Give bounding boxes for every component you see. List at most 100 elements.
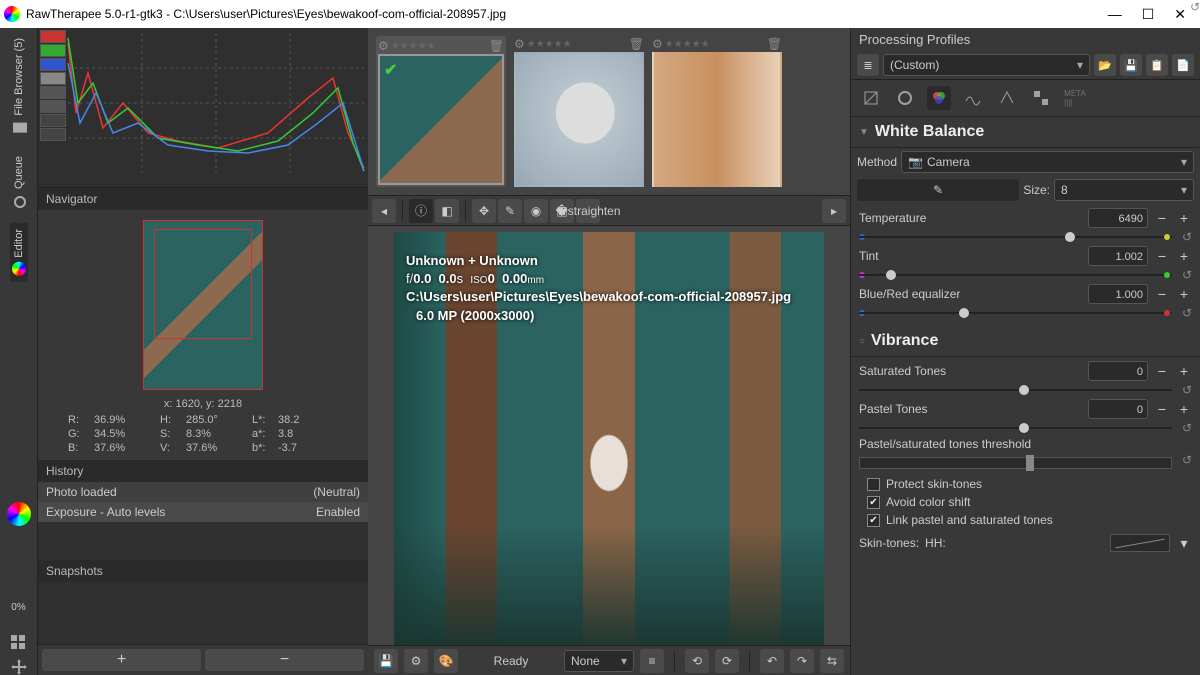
profile-load-icon[interactable]: 📂	[1094, 54, 1116, 76]
pas-slider[interactable]: ↺	[859, 421, 1192, 435]
tab-raw-icon[interactable]	[1029, 86, 1053, 110]
chk-avoid-shift[interactable]: ✔Avoid color shift	[859, 493, 1192, 511]
history-item[interactable]: Exposure - Auto levelsEnabled	[38, 502, 368, 522]
tab-file-browser[interactable]: File Browser (5)	[9, 32, 29, 142]
wb-size-label: Size:	[1023, 183, 1050, 197]
minimize-button[interactable]: —	[1108, 6, 1122, 23]
next-image-icon[interactable]: ↷	[790, 649, 814, 673]
history-list: Photo loaded(Neutral) Exposure - Auto le…	[38, 482, 368, 522]
tab-transform-icon[interactable]	[995, 86, 1019, 110]
histo-mode-toggle[interactable]	[40, 128, 66, 141]
wb-method-label: Method	[857, 155, 897, 169]
profile-select[interactable]: (Custom)	[883, 54, 1090, 76]
thumb-3[interactable]: ⚙★★★★★🗑	[652, 36, 782, 187]
prev-image-icon[interactable]: ↶	[760, 649, 784, 673]
wb-method-select[interactable]: 📷Camera	[901, 151, 1194, 173]
queue-icon[interactable]: ⚙	[404, 649, 428, 673]
snapshots-title: Snapshots	[38, 560, 368, 582]
temperature-value[interactable]: 6490	[1088, 208, 1148, 228]
grid-icon[interactable]	[11, 635, 27, 651]
rotate-right-icon[interactable]: ⟳	[715, 649, 739, 673]
tab-exposure-icon[interactable]	[859, 86, 883, 110]
skin-curve[interactable]	[1110, 534, 1170, 552]
tab-queue[interactable]: Queue	[9, 150, 29, 215]
wb-size-select[interactable]: 8	[1054, 179, 1194, 201]
histo-green-toggle[interactable]	[40, 44, 66, 57]
wb-picker-button[interactable]: ✎	[857, 179, 1019, 201]
info-icon[interactable]: ⓘ	[409, 199, 433, 223]
sat-value[interactable]: 0	[1088, 361, 1148, 381]
histogram[interactable]	[38, 28, 368, 188]
filmstrip[interactable]: ⚙★★★★★🗑 ✔ ⚙★★★★★🗑 ⚙★★★★★🗑	[368, 28, 850, 196]
histo-chroma-toggle[interactable]	[40, 86, 66, 99]
temperature-minus[interactable]: −	[1154, 208, 1170, 228]
rotate-left-icon[interactable]: ⟲	[685, 649, 709, 673]
save-icon[interactable]: 💾	[374, 649, 398, 673]
hand-icon[interactable]: ✥	[472, 199, 496, 223]
navigator-thumb[interactable]	[143, 220, 263, 390]
navigator-readout: R:36.9%H:285.0°L*:38.2 G:34.5%S:8.3%a*:3…	[60, 412, 346, 456]
temperature-plus[interactable]: +	[1176, 208, 1192, 228]
history-item[interactable]: Photo loaded(Neutral)	[38, 482, 368, 502]
image-info-overlay: Unknown + Unknown f/0.0 0.0s ISO0 0.00mm…	[406, 252, 791, 325]
move-icon[interactable]	[11, 659, 27, 675]
histo-raw-toggle[interactable]	[40, 100, 66, 113]
tab-wavelet-icon[interactable]	[961, 86, 985, 110]
monitor-icon[interactable]: ≡	[640, 649, 664, 673]
navigator-title: Navigator	[38, 188, 368, 210]
right-panel: Processing Profiles ≣ (Custom) 📂 💾 📋 📄 M…	[850, 28, 1200, 675]
external-editor-icon[interactable]: 🎨	[434, 649, 458, 673]
chk-link-tones[interactable]: ✔Link pastel and saturated tones	[859, 511, 1192, 529]
profile-save-icon[interactable]: 💾	[1120, 54, 1142, 76]
bre-value[interactable]: 1.000	[1088, 284, 1148, 304]
tab-editor[interactable]: Editor	[10, 223, 28, 282]
profile-copy-icon[interactable]: 📋	[1146, 54, 1168, 76]
check-icon: ✔	[384, 60, 397, 80]
navigator-coords: x: 1620, y: 2218	[164, 398, 242, 410]
snapshot-remove-button[interactable]: −	[205, 649, 364, 671]
main-image[interactable]: Unknown + Unknown f/0.0 0.0s ISO0 0.00mm…	[394, 232, 824, 645]
profile-paste-icon[interactable]: 📄	[1172, 54, 1194, 76]
chk-protect-skin[interactable]: Protect skin-tones	[859, 475, 1192, 493]
thumb-2[interactable]: ⚙★★★★★🗑	[514, 36, 644, 187]
profile-mode-icon[interactable]: ≣	[857, 54, 879, 76]
snapshot-add-button[interactable]: +	[42, 649, 201, 671]
sync-icon[interactable]: ⇆	[820, 649, 844, 673]
thr-slider[interactable]: ↺	[859, 453, 1192, 473]
main-viewport[interactable]: Unknown + Unknown f/0.0 0.0s ISO0 0.00mm…	[368, 226, 850, 645]
sat-slider[interactable]: ↺	[859, 383, 1192, 397]
tint-slider[interactable]: ↺	[859, 268, 1192, 282]
histo-bar-toggle[interactable]	[40, 114, 66, 127]
colorwheel-icon[interactable]	[7, 502, 31, 526]
before-after-icon[interactable]: ◧	[435, 199, 459, 223]
arrow-right-icon[interactable]: ▸	[822, 199, 846, 223]
arrow-left-icon[interactable]: ◂	[372, 199, 396, 223]
temperature-slider[interactable]: ↺	[859, 230, 1192, 244]
tool-tabs: META||||	[851, 79, 1200, 117]
trash-icon[interactable]: 🗑	[489, 39, 504, 53]
tab-detail-icon[interactable]	[893, 86, 917, 110]
maximize-button[interactable]: ☐	[1142, 6, 1155, 23]
thumb-1[interactable]: ⚙★★★★★🗑 ✔	[376, 36, 506, 187]
tab-color-icon[interactable]	[927, 86, 951, 110]
pas-value[interactable]: 0	[1088, 399, 1148, 419]
section-white-balance[interactable]: ▼White Balance	[851, 117, 1200, 148]
thumb-gears-icon[interactable]: ⚙	[378, 39, 389, 53]
histo-red-toggle[interactable]	[40, 30, 66, 43]
histo-blue-toggle[interactable]	[40, 58, 66, 71]
tint-value[interactable]: 1.002	[1088, 246, 1148, 266]
tab-meta-icon[interactable]: META||||	[1063, 86, 1087, 110]
reset-icon[interactable]: ↺	[1182, 230, 1192, 244]
chevron-down-icon[interactable]: ▾	[1176, 533, 1192, 553]
wb-picker-icon[interactable]: ✎	[498, 199, 522, 223]
straighten-icon[interactable]: �straighten	[576, 199, 600, 223]
title-bar: RawTherapee 5.0-r1-gtk3 - C:\Users\user\…	[0, 0, 1200, 28]
close-button[interactable]: ✕	[1174, 6, 1186, 23]
section-vibrance[interactable]: ○Vibrance	[851, 326, 1200, 357]
folder-icon	[11, 120, 27, 136]
histo-luma-toggle[interactable]	[40, 72, 66, 85]
bre-slider[interactable]: ↺	[859, 306, 1192, 320]
editor-toolbar: ◂ ⓘ ◧ ✥ ✎ ◉ ▣ �straighten ▸	[368, 196, 850, 226]
output-profile-select[interactable]: None	[564, 650, 634, 672]
color-picker-icon[interactable]: ◉	[524, 199, 548, 223]
